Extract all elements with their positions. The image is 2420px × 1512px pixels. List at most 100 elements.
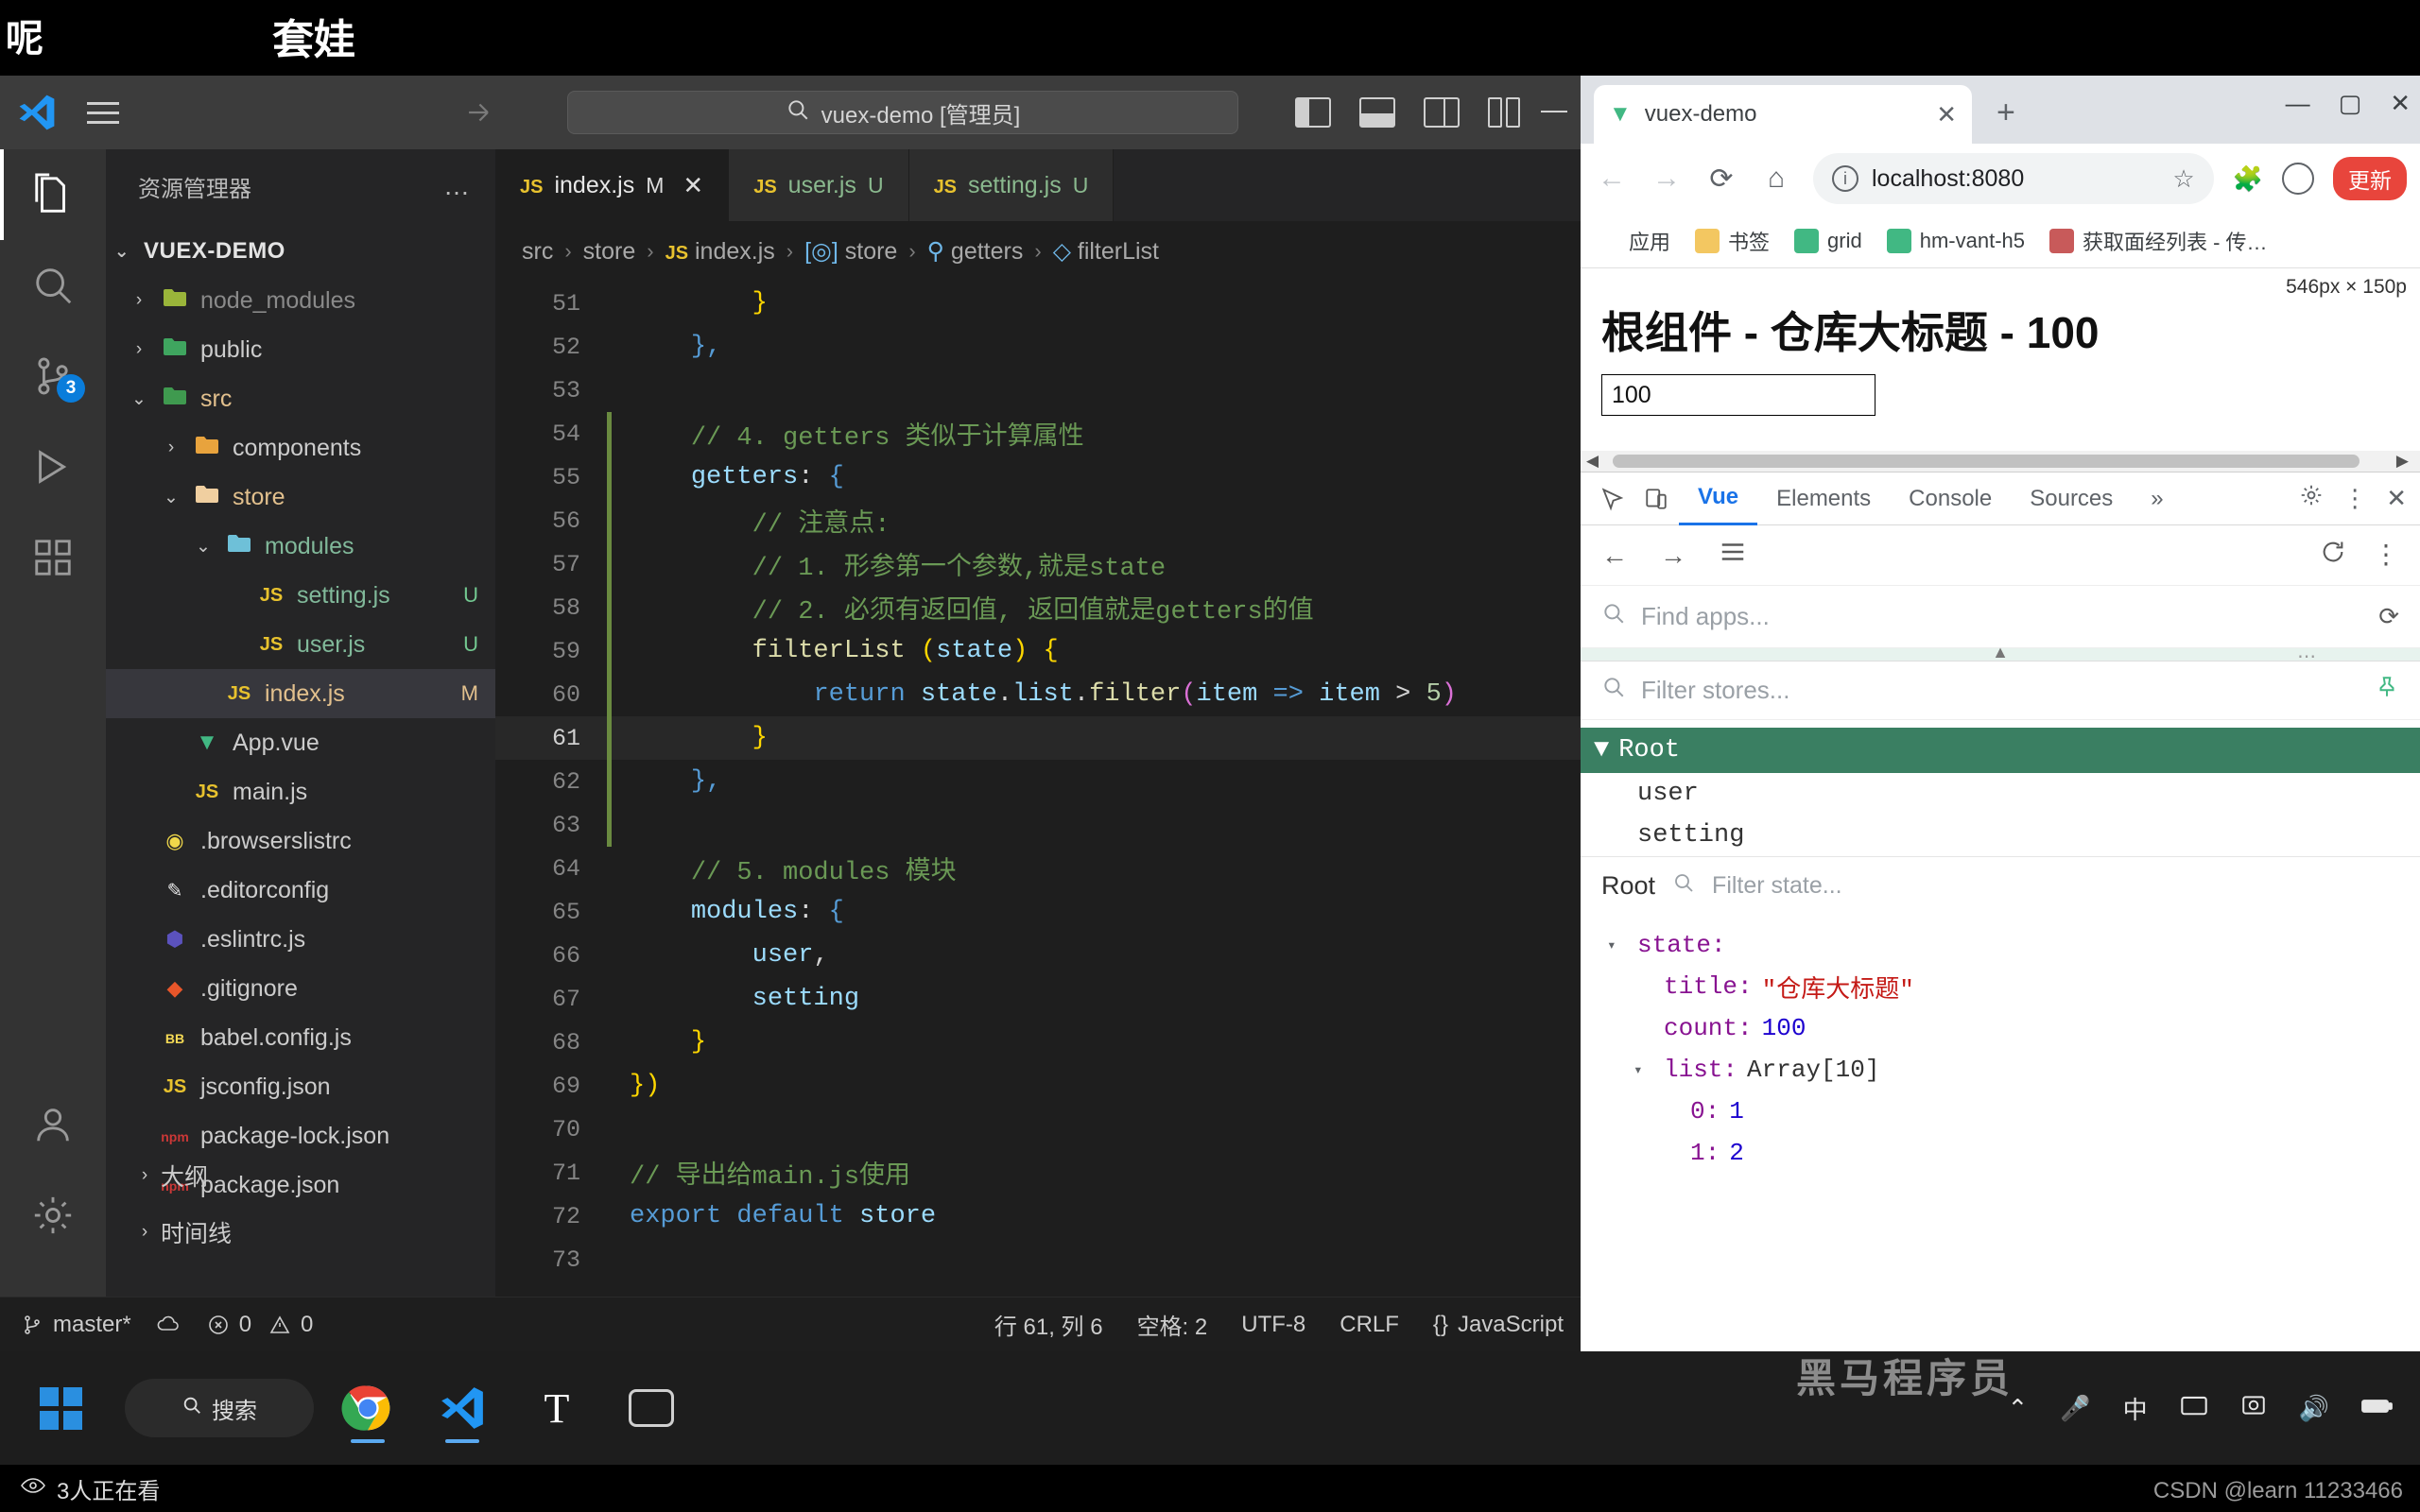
explorer-more-icon[interactable]: … bbox=[443, 171, 473, 201]
close-icon[interactable]: ✕ bbox=[1936, 100, 1957, 129]
new-tab-button[interactable]: + bbox=[1996, 94, 2015, 131]
status-language[interactable]: {} JavaScript bbox=[1433, 1312, 1564, 1338]
chevron-down-icon[interactable]: ▾ bbox=[1634, 1060, 1654, 1079]
tree-item--eslintrc-js[interactable]: ⬢ .eslintrc.js bbox=[106, 915, 495, 964]
status-indentation[interactable]: 空格: 2 bbox=[1137, 1308, 1208, 1341]
sidebar-item-explorer[interactable] bbox=[0, 149, 106, 240]
filter-state-placeholder[interactable]: Filter state... bbox=[1712, 872, 1842, 900]
tree-item-node-modules[interactable]: › node_modules bbox=[106, 276, 495, 325]
tree-item--browserslistrc[interactable]: ◉ .browserslistrc bbox=[106, 816, 495, 866]
bookmark-star-icon[interactable]: ☆ bbox=[2172, 164, 2194, 194]
sidebar-item-extensions[interactable] bbox=[0, 512, 106, 603]
sidebar-item-run-debug[interactable] bbox=[0, 421, 106, 512]
toggle-secondary-sidebar-icon[interactable] bbox=[1424, 97, 1460, 128]
chevron-down-icon[interactable]: ▾ bbox=[1607, 936, 1628, 954]
taskbar-search[interactable]: 搜索 bbox=[125, 1379, 314, 1437]
vscode-quick-search[interactable]: vuex-demo [管理员] bbox=[567, 91, 1238, 134]
bookmark-item[interactable]: hm-vant-h5 bbox=[1886, 228, 2025, 253]
store-tree-item[interactable]: setting bbox=[1581, 815, 2420, 856]
toggle-primary-sidebar-icon[interactable] bbox=[1295, 97, 1331, 128]
site-info-icon[interactable]: i bbox=[1832, 165, 1858, 192]
store-tree-item[interactable]: user bbox=[1581, 773, 2420, 815]
vue-back-icon[interactable]: ← bbox=[1601, 541, 1628, 571]
bookmark-item[interactable]: grid bbox=[1794, 228, 1862, 253]
chrome-icon[interactable] bbox=[327, 1367, 408, 1449]
breadcrumb-item[interactable]: JS index.js bbox=[666, 238, 775, 266]
editor-tab-index-js[interactable]: JS index.js M ✕ bbox=[495, 149, 730, 221]
state-row[interactable]: 0: 1 bbox=[1598, 1091, 2420, 1132]
devtools-splitter[interactable]: ▲ ⋯ bbox=[1581, 643, 2420, 667]
gear-icon[interactable] bbox=[0, 1170, 106, 1261]
customize-layout-icon[interactable] bbox=[1488, 97, 1524, 128]
section-timeline[interactable]: › 时间线 bbox=[106, 1204, 495, 1261]
store-tree-root[interactable]: ▼ Root bbox=[1581, 728, 2420, 773]
reload-apps-icon[interactable]: ⟳ bbox=[2378, 602, 2399, 631]
breadcrumb-item[interactable]: ⚲ getters bbox=[927, 237, 1024, 266]
bookmark-item[interactable]: 书签 bbox=[1695, 226, 1770, 256]
battery-icon[interactable] bbox=[2361, 1394, 2394, 1423]
tab-overflow-icon[interactable]: » bbox=[2132, 472, 2182, 525]
windows-logo-icon[interactable] bbox=[25, 1372, 96, 1444]
browser-tab[interactable]: ▼ vuex-demo ✕ bbox=[1594, 85, 1972, 144]
tree-item-public[interactable]: › public bbox=[106, 325, 495, 374]
kebab-menu-icon[interactable]: ⋮ bbox=[2342, 484, 2367, 513]
status-branch[interactable]: master* bbox=[21, 1312, 131, 1338]
editor-tab-setting-js[interactable]: JS setting.js U bbox=[908, 149, 1115, 221]
page-horizontal-scrollbar[interactable]: ◀ ▶ bbox=[1581, 451, 2420, 472]
tree-item-app-vue[interactable]: ▼ App.vue bbox=[106, 718, 495, 767]
microphone-icon[interactable]: 🎤 bbox=[2060, 1394, 2090, 1423]
status-encoding[interactable]: UTF-8 bbox=[1241, 1312, 1305, 1338]
account-icon[interactable] bbox=[0, 1079, 106, 1170]
tree-item-src[interactable]: ⌄ src bbox=[106, 374, 495, 423]
breadcrumb-item[interactable]: [◎] store bbox=[804, 237, 897, 266]
tree-item-main-js[interactable]: JS main.js bbox=[106, 767, 495, 816]
toggle-panel-icon[interactable] bbox=[1359, 97, 1395, 128]
typora-icon[interactable]: T bbox=[516, 1367, 597, 1449]
tab-elements[interactable]: Elements bbox=[1757, 472, 1890, 525]
tab-vue[interactable]: Vue bbox=[1679, 472, 1758, 525]
tree-item-babel-config-js[interactable]: BB babel.config.js bbox=[106, 1013, 495, 1062]
cloud-sync-icon[interactable] bbox=[156, 1314, 182, 1336]
tree-item-components[interactable]: › components bbox=[106, 423, 495, 472]
section-outline[interactable]: › 大纲 bbox=[106, 1147, 495, 1204]
editor-tab-user-js[interactable]: JS user.js U bbox=[729, 149, 909, 221]
filter-stores-bar[interactable]: Filter stores... bbox=[1581, 662, 2420, 720]
kebab-menu-icon[interactable]: ⋮ bbox=[2373, 539, 2399, 572]
tree-item-index-js[interactable]: JS index.js M bbox=[106, 669, 495, 718]
close-icon[interactable]: ✕ bbox=[2386, 484, 2407, 513]
volume-icon[interactable]: 🔊 bbox=[2299, 1394, 2329, 1423]
browser-forward-icon[interactable]: → bbox=[1649, 163, 1685, 195]
breadcrumb-item[interactable]: src bbox=[522, 238, 553, 266]
state-row[interactable]: title: "仓库大标题" bbox=[1598, 966, 2420, 1007]
scrollbar-thumb[interactable] bbox=[1613, 455, 2360, 468]
puzzle-piece-icon[interactable]: 🧩 bbox=[2233, 164, 2263, 194]
status-problems[interactable]: 0 0 bbox=[207, 1312, 313, 1338]
state-row[interactable]: ▾ list: Array[10] bbox=[1598, 1049, 2420, 1091]
browser-home-icon[interactable]: ⌂ bbox=[1758, 163, 1794, 195]
close-button[interactable]: ✕ bbox=[2390, 89, 2411, 118]
tree-item--editorconfig[interactable]: ✎ .editorconfig bbox=[106, 866, 495, 915]
minimize-button[interactable]: — bbox=[2286, 89, 2310, 118]
breadcrumb-item[interactable]: ◇ filterList bbox=[1053, 237, 1159, 266]
tab-sources[interactable]: Sources bbox=[2011, 472, 2132, 525]
recorder-icon[interactable] bbox=[611, 1367, 692, 1449]
vue-forward-icon[interactable]: → bbox=[1660, 541, 1686, 571]
state-row[interactable]: count: 100 bbox=[1598, 1007, 2420, 1049]
screenshot-icon[interactable] bbox=[2180, 1393, 2208, 1424]
breadcrumb-item[interactable]: store bbox=[583, 238, 636, 266]
account-icon[interactable] bbox=[2282, 163, 2314, 195]
scroll-left-icon[interactable]: ◀ bbox=[1581, 452, 1604, 471]
refresh-icon[interactable] bbox=[2320, 539, 2346, 572]
bookmark-item[interactable]: 应用 bbox=[1596, 226, 1670, 256]
tree-item-setting-js[interactable]: JS setting.js U bbox=[106, 571, 495, 620]
count-input[interactable] bbox=[1601, 374, 1876, 416]
vscode-icon[interactable] bbox=[422, 1367, 503, 1449]
scroll-right-icon[interactable]: ▶ bbox=[2391, 452, 2414, 471]
window-minimize-button[interactable]: — bbox=[1541, 94, 1567, 125]
tree-item-user-js[interactable]: JS user.js U bbox=[106, 620, 495, 669]
tree-root-vuex-demo[interactable]: ⌄ VUEX-DEMO bbox=[106, 227, 495, 276]
nav-forward-icon[interactable] bbox=[462, 96, 494, 129]
tab-console[interactable]: Console bbox=[1890, 472, 2011, 525]
tree-item--gitignore[interactable]: ◆ .gitignore bbox=[106, 964, 495, 1013]
code-editor[interactable]: 51 } 52 }, 53 54 // 4. getters 类似于计算属性 55 ge… bbox=[495, 282, 1581, 1297]
